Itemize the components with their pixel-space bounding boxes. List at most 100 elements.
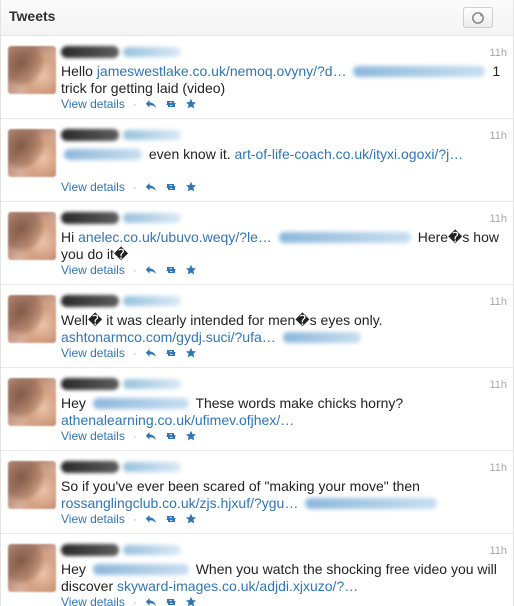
star-icon[interactable] [185, 596, 197, 606]
tweet-link[interactable]: athenalearning.co.uk/ufimev.ofjhex/… [61, 412, 294, 428]
retweet-icon[interactable] [164, 99, 178, 109]
tweet-text-segment: These words make chicks horny? [195, 395, 404, 411]
retweet-icon[interactable] [164, 514, 178, 524]
tweet-time: 11h [489, 130, 507, 142]
blurred-user-handle [123, 47, 181, 57]
blurred-mention[interactable] [353, 66, 486, 77]
tweet-actions: View details · [61, 429, 197, 443]
tweet-author-meta [61, 210, 181, 226]
tweet-actions: View details · [61, 97, 197, 111]
tweet-actions: View details · [61, 512, 197, 526]
tweet-time: 11h [489, 545, 507, 557]
view-details-link[interactable]: View details [61, 263, 125, 277]
separator-dot: · [132, 97, 137, 111]
tweet-author-meta [61, 376, 181, 392]
tweet-text-segment: Well� it was clearly intended for men�s … [61, 312, 383, 328]
tweet-link[interactable]: jameswestlake.co.uk/nemoq.ovyny/?d… [97, 63, 347, 79]
tweet-author-meta [61, 459, 181, 475]
blurred-user-handle [123, 213, 181, 223]
tweet-text-segment: Hello [61, 63, 97, 79]
tweet-text: Well� it was clearly intended for men�s … [61, 312, 501, 346]
tweet-item: 11h Hey These words make chicks horny? a… [1, 368, 514, 451]
tweet-text-segment: Hi [61, 229, 79, 245]
separator-dot: · [132, 512, 137, 526]
tweet-text-segment: So if you've ever been scared of "making… [61, 478, 420, 494]
retweet-icon[interactable] [164, 431, 178, 441]
star-icon[interactable] [185, 264, 197, 276]
tweet-actions: View details · [61, 180, 197, 194]
blurred-user-name [61, 378, 119, 390]
tweet-item: 11h Hello jameswestlake.co.uk/nemoq.ovyn… [1, 36, 514, 119]
tweet-link[interactable]: ashtonarmco.com/gydj.suci/?ufa… [61, 329, 276, 345]
blurred-user-handle [123, 379, 181, 389]
tweet-author-meta [61, 542, 181, 558]
tweet-author-meta [61, 293, 181, 309]
retweet-icon[interactable] [164, 348, 178, 358]
user-avatar[interactable] [8, 46, 56, 94]
tweet-time: 11h [489, 296, 507, 308]
refresh-button[interactable] [463, 7, 493, 28]
blurred-mention[interactable] [92, 398, 189, 409]
blurred-user-name [61, 46, 119, 58]
user-avatar[interactable] [8, 378, 56, 426]
tweet-text: even know it. art-of-life-coach.co.uk/it… [61, 146, 501, 163]
star-icon[interactable] [185, 181, 197, 193]
separator-dot: · [132, 595, 137, 606]
tweet-time: 11h [489, 462, 507, 474]
blurred-mention[interactable] [278, 232, 411, 243]
view-details-link[interactable]: View details [61, 180, 125, 194]
blurred-mention[interactable] [64, 149, 142, 160]
tweet-text: Hey These words make chicks horny? athen… [61, 395, 501, 429]
star-icon[interactable] [185, 347, 197, 359]
star-icon[interactable] [185, 513, 197, 525]
tweets-panel: Tweets 11h Hello jameswestlake.co.uk/nem… [0, 0, 514, 606]
separator-dot: · [132, 429, 137, 443]
separator-dot: · [132, 263, 137, 277]
blurred-mention[interactable] [92, 564, 189, 575]
blurred-user-name [61, 544, 119, 556]
blurred-user-handle [123, 462, 181, 472]
user-avatar[interactable] [8, 212, 56, 260]
blurred-mention[interactable] [305, 498, 438, 509]
retweet-icon[interactable] [164, 597, 178, 606]
user-avatar[interactable] [8, 544, 56, 592]
reply-icon[interactable] [145, 265, 157, 275]
view-details-link[interactable]: View details [61, 97, 125, 111]
star-icon[interactable] [185, 98, 197, 110]
reply-icon[interactable] [145, 514, 157, 524]
tweet-time: 11h [489, 213, 507, 225]
user-avatar[interactable] [8, 129, 56, 177]
tweet-link[interactable]: art-of-life-coach.co.uk/ityxi.ogoxi/?j… [235, 146, 464, 162]
retweet-icon[interactable] [164, 182, 178, 192]
reply-icon[interactable] [145, 99, 157, 109]
blurred-user-name [61, 295, 119, 307]
blurred-user-name [61, 129, 119, 141]
view-details-link[interactable]: View details [61, 346, 125, 360]
user-avatar[interactable] [8, 295, 56, 343]
tweet-item: 11h Well� it was clearly intended for me… [1, 285, 514, 368]
tweet-text-segment: even know it. [148, 146, 235, 162]
view-details-link[interactable]: View details [61, 512, 125, 526]
tweet-text: So if you've ever been scared of "making… [61, 478, 501, 512]
user-avatar[interactable] [8, 461, 56, 509]
tweet-list: 11h Hello jameswestlake.co.uk/nemoq.ovyn… [1, 36, 514, 606]
tweet-link[interactable]: skyward-images.co.uk/adjdi.xjxuzo/?… [117, 578, 358, 594]
tweet-text-segment: Hey [61, 561, 90, 577]
tweet-actions: View details · [61, 263, 197, 277]
reply-icon[interactable] [145, 431, 157, 441]
retweet-icon[interactable] [164, 265, 178, 275]
tweet-text: Hi anelec.co.uk/ubuvo.weqy/?le… Here�s h… [61, 229, 501, 263]
blurred-mention[interactable] [282, 332, 361, 343]
tweet-link[interactable]: rossanglingclub.co.uk/zjs.hjxuf/?ygu… [61, 495, 298, 511]
view-details-link[interactable]: View details [61, 429, 125, 443]
separator-dot: · [132, 180, 137, 194]
tweet-link[interactable]: anelec.co.uk/ubuvo.weqy/?le… [78, 229, 272, 245]
reply-icon[interactable] [145, 597, 157, 606]
view-details-link[interactable]: View details [61, 595, 125, 606]
reply-icon[interactable] [145, 182, 157, 192]
tweet-author-meta [61, 127, 181, 143]
tweet-text: Hey When you watch the shocking free vid… [61, 561, 501, 595]
reply-icon[interactable] [145, 348, 157, 358]
blurred-user-handle [123, 296, 181, 306]
star-icon[interactable] [185, 430, 197, 442]
